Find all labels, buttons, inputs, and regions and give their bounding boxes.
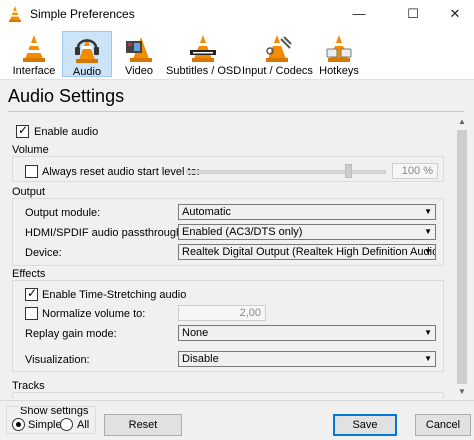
output-module-select[interactable]: Automatic ▼ [178,204,436,220]
normalize-volume-label: Normalize volume to: [42,308,146,320]
tracks-group [12,392,444,398]
scrollbar-thumb[interactable] [457,130,467,384]
tab-hotkeys-label: Hotkeys [319,65,359,77]
tab-hotkeys[interactable]: Hotkeys [316,31,362,77]
volume-slider-track [186,170,386,174]
visualization-select[interactable]: Disable ▼ [178,351,436,367]
time-stretch-checkbox[interactable] [25,286,38,301]
tab-input-codecs[interactable]: Input / Codecs [242,31,313,77]
vlc-cone-icon [23,35,45,62]
chevron-down-icon: ▼ [424,207,432,216]
effects-group-title: Effects [12,268,46,280]
volume-level-field[interactable]: 100 % [392,163,438,179]
output-module-value: Automatic [182,206,231,218]
enable-audio-label: Enable audio [34,126,99,138]
replay-gain-label: Replay gain mode: [25,328,117,340]
normalize-volume-field[interactable]: 2,00 [178,305,266,321]
codecs-cone-icon [266,35,292,62]
chevron-down-icon: ▼ [424,354,432,363]
all-radio-label: All [77,419,90,431]
chevron-down-icon: ▼ [424,227,432,236]
heading-divider [8,111,464,112]
time-stretch-label: Enable Time-Stretching audio [42,289,187,301]
output-group-title: Output [12,186,46,198]
category-toolbar: Interface Audio Video Subtitles / OSD In… [0,28,474,80]
device-value: Realtek Digital Output (Realtek High Def… [182,246,436,258]
tab-subtitles-osd[interactable]: Subtitles / OSD [166,31,242,77]
tab-audio-label: Audio [72,66,102,78]
replay-gain-select[interactable]: None ▼ [178,325,436,341]
passthrough-select[interactable]: Enabled (AC3/DTS only) ▼ [178,224,436,240]
simple-radio-label: Simple [28,419,62,431]
page-title: Audio Settings [8,86,125,106]
headphones-cone-icon [75,38,99,63]
save-button[interactable]: Save [333,414,397,436]
all-radio[interactable] [60,418,73,431]
tracks-group-title: Tracks [12,380,45,392]
tab-interface-label: Interface [12,65,56,77]
tab-video-label: Video [125,65,153,77]
vlc-app-icon [9,6,21,22]
enable-audio-checkbox[interactable] [16,123,29,138]
tab-interface[interactable]: Interface [8,31,60,77]
close-button[interactable]: ✕ [432,0,474,28]
title-bar: Simple Preferences — ☐ ✕ [0,0,474,28]
volume-group-title: Volume [12,144,49,156]
tab-subtitles-label: Subtitles / OSD [166,65,242,77]
scroll-up-icon[interactable]: ▲ [455,116,469,128]
scroll-down-icon[interactable]: ▼ [455,386,469,398]
device-label: Device: [25,247,62,259]
replay-gain-value: None [182,327,209,339]
reset-start-level-checkbox[interactable] [25,165,38,178]
passthrough-value: Enabled (AC3/DTS only) [182,226,303,238]
tab-video[interactable]: Video [116,31,162,77]
subtitles-cone-icon [190,35,216,62]
settings-panel: Enable audio Volume Always reset audio s… [8,116,454,398]
footer-divider [0,400,474,401]
output-module-label: Output module: [25,207,101,219]
simple-radio[interactable] [12,418,25,431]
cancel-button[interactable]: Cancel [415,414,471,436]
volume-slider-thumb[interactable] [345,164,352,178]
reset-preferences-button[interactable]: Reset Preferences [104,414,182,440]
window-title: Simple Preferences [30,7,135,21]
chevron-down-icon: ▼ [424,328,432,337]
tab-audio[interactable]: Audio [62,31,112,78]
film-cone-icon [126,37,152,62]
reset-start-level-label: Always reset audio start level to: [42,166,200,178]
chevron-down-icon: ▼ [424,247,432,256]
visualization-label: Visualization: [25,354,90,366]
hotkeys-cone-icon [326,35,352,62]
passthrough-label: HDMI/SPDIF audio passthrough [25,227,183,239]
vertical-scrollbar[interactable]: ▲ ▼ [455,116,469,398]
tab-input-codecs-label: Input / Codecs [242,65,313,77]
minimize-button[interactable]: — [336,0,382,28]
device-select[interactable]: Realtek Digital Output (Realtek High Def… [178,244,436,260]
visualization-value: Disable [182,353,219,365]
normalize-volume-checkbox[interactable] [25,307,38,320]
maximize-button[interactable]: ☐ [390,0,436,28]
